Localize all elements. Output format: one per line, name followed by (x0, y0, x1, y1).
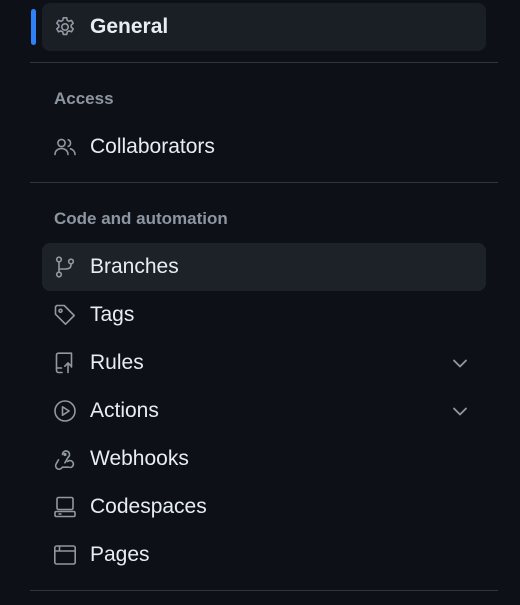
tag-icon (53, 303, 77, 327)
sidebar-item-label: General (90, 15, 169, 38)
divider (30, 590, 498, 591)
people-icon (53, 135, 77, 159)
repo-push-icon (53, 351, 77, 375)
sidebar-item-codespaces[interactable]: Codespaces (42, 483, 486, 531)
play-icon (53, 399, 77, 423)
sidebar-item-collaborators[interactable]: Collaborators (42, 123, 486, 171)
sidebar-item-general[interactable]: General (42, 3, 486, 51)
section-heading-code-and-automation: Code and automation (54, 209, 228, 228)
sidebar-item-label: Rules (90, 351, 144, 374)
sidebar-item-label: Codespaces (90, 495, 207, 518)
gear-icon (53, 15, 77, 39)
sidebar-item-label: Pages (90, 543, 150, 566)
divider (30, 62, 498, 63)
sidebar-item-branches[interactable]: Branches (42, 243, 486, 291)
sidebar-item-actions[interactable]: Actions (42, 387, 486, 435)
chevron-down-icon[interactable] (448, 351, 472, 375)
codespaces-icon (53, 495, 77, 519)
sidebar-item-pages[interactable]: Pages (42, 531, 486, 579)
sidebar-item-label: Webhooks (90, 447, 189, 470)
chevron-down-icon[interactable] (448, 399, 472, 423)
sidebar-item-label: Actions (90, 399, 159, 422)
sidebar-item-webhooks[interactable]: Webhooks (42, 435, 486, 483)
sidebar-item-rules[interactable]: Rules (42, 339, 486, 387)
browser-icon (53, 543, 77, 567)
divider (30, 182, 498, 183)
sidebar-item-label: Tags (90, 303, 135, 326)
webhook-icon (53, 447, 77, 471)
sidebar-item-tags[interactable]: Tags (42, 291, 486, 339)
sidebar-item-label: Branches (90, 255, 179, 278)
sidebar-item-label: Collaborators (90, 135, 215, 158)
selected-indicator (31, 9, 36, 45)
git-branch-icon (53, 255, 77, 279)
section-heading-access: Access (54, 89, 114, 108)
settings-sidebar: General Access Collaborators Code and au… (0, 0, 520, 605)
